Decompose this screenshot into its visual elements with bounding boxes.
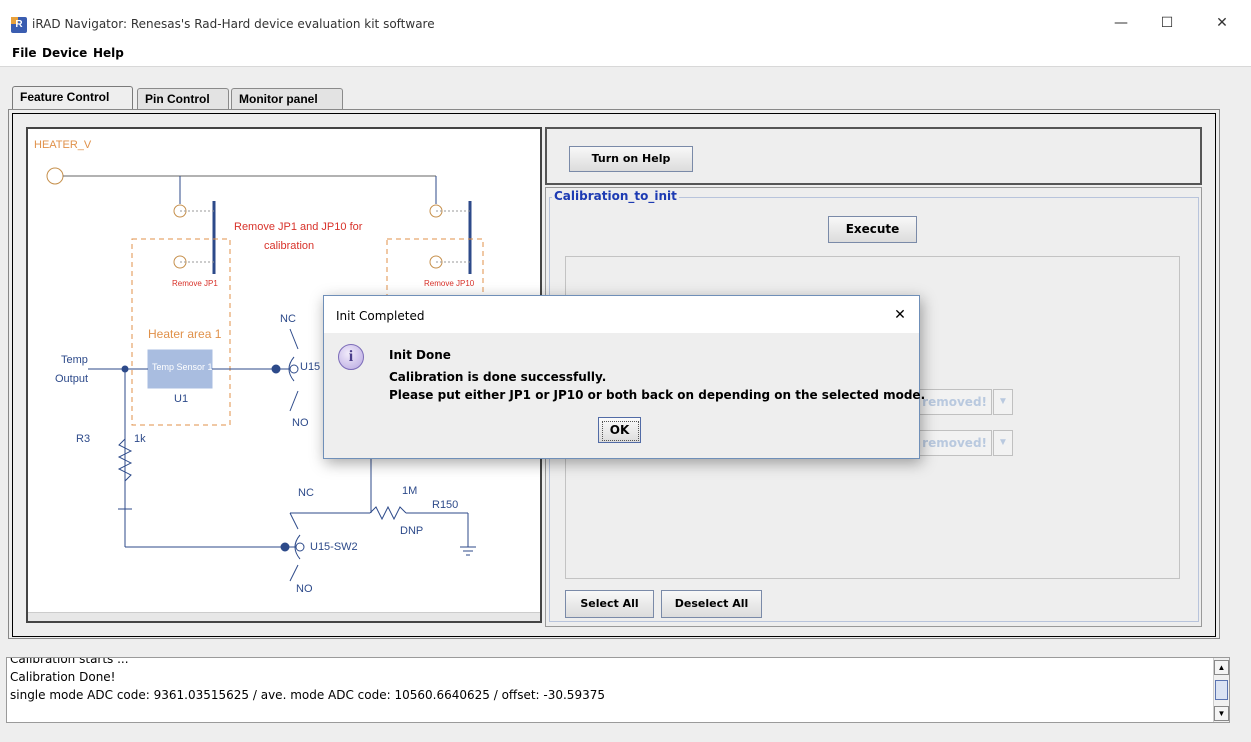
menu-help[interactable]: Help [93,46,124,60]
dialog-message-line-2: Please put either JP1 or JP10 or both ba… [389,388,926,402]
label-u15-top: U15 [300,361,321,373]
scroll-up-icon[interactable]: ▲ [1214,660,1229,675]
dialog-heading: Init Done [389,348,451,362]
log-line: Calibration starts ... [10,657,129,666]
scroll-thumb[interactable] [1215,680,1228,700]
label-u15-sw2: U15-SW2 [310,541,358,553]
dialog-title: Init Completed [336,309,425,323]
label-heater-v: HEATER_V [34,139,92,151]
label-temp-sensor: Temp Sensor 1 [152,362,213,372]
label-dnp: DNP [400,525,424,537]
tab-pin-control[interactable]: Pin Control [137,88,229,109]
label-remove-jp1: Remove JP1 [172,279,218,288]
tab-monitor-panel[interactable]: Monitor panel [231,88,343,109]
dialog-close-button[interactable]: ✕ [889,305,911,325]
label-nc-bottom: NC [298,487,314,499]
chevron-down-icon[interactable]: ▼ [993,430,1013,456]
scroll-down-icon[interactable]: ▼ [1214,706,1229,721]
menu-file[interactable]: File [12,46,37,60]
ok-button[interactable]: OK [598,417,641,443]
app-icon-letter: R [15,19,23,30]
chevron-down-icon[interactable]: ▼ [993,389,1013,415]
label-temp-output-2: Output [55,373,89,385]
label-remove-jp10: Remove JP10 [424,279,475,288]
log-line: single mode ADC code: 9361.03515625 / av… [10,688,605,702]
label-r3: R3 [76,433,91,445]
label-r150: R150 [432,499,459,511]
tab-feature-control[interactable]: Feature Control [12,86,133,110]
label-remove-note-2: calibration [264,240,315,252]
log-scrollbar[interactable]: ▲ ▼ [1213,658,1229,722]
app-icon: R [11,17,27,33]
menu-device[interactable]: Device [42,46,87,60]
window-title: iRAD Navigator: Renesas's Rad-Hard devic… [32,17,435,31]
select-all-button[interactable]: Select All [565,590,654,618]
label-r150-value: 1M [402,485,418,497]
label-remove-note-1: Remove JP1 and JP10 for [234,221,363,233]
label-nc-top: NC [280,313,296,325]
menu-bar [0,42,1251,64]
minimize-button[interactable]: — [1107,10,1135,36]
heater-v-terminal [46,167,64,185]
maximize-button[interactable]: ☐ [1153,10,1181,36]
deselect-all-button[interactable]: Deselect All [661,590,762,618]
label-heater-area: Heater area 1 [148,327,222,341]
log-area[interactable]: Calibration starts ... Calibration Done!… [6,657,1230,723]
turn-on-help-button[interactable]: Turn on Help [569,146,693,172]
info-icon: i [338,344,364,370]
label-u1: U1 [174,393,189,405]
label-temp-output-1: Temp [61,354,88,366]
execute-button[interactable]: Execute [828,216,917,243]
dialog-message-line-1: Calibration is done successfully. [389,370,607,384]
diagram-scrollbar[interactable] [28,612,540,621]
label-r3-value: 1k [134,433,146,445]
window-close-button[interactable]: ✕ [1208,10,1236,36]
log-line: Calibration Done! [10,670,116,684]
label-no-top: NO [292,417,309,429]
label-no-bottom: NO [296,583,313,595]
calibration-title: Calibration_to_init [552,189,679,203]
